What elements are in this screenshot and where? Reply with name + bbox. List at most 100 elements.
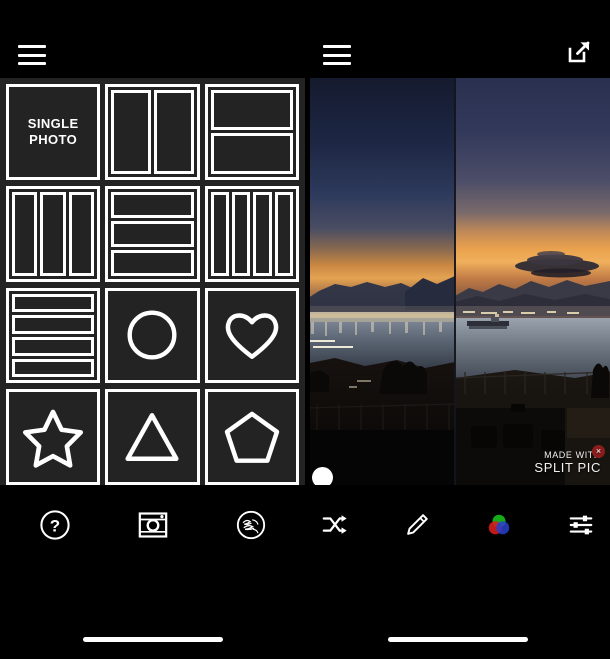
split-cell (12, 336, 95, 356)
help-button[interactable]: ? (37, 507, 73, 543)
photo-half-right[interactable]: MADE WITH SPLIT PIC × (455, 78, 610, 485)
right-topbar (305, 0, 610, 78)
split-cell (12, 293, 95, 313)
split-drag-handle[interactable] (312, 467, 333, 485)
tile-inner (12, 395, 95, 479)
single-photo-label-line2: PHOTO (29, 131, 78, 147)
split-cell (210, 90, 293, 131)
split-cell (12, 358, 95, 378)
photo-stage[interactable]: MADE WITH SPLIT PIC × (305, 78, 610, 485)
layout-tile-three-columns[interactable] (6, 185, 101, 282)
watermark-line2: SPLIT PIC (534, 460, 601, 476)
camera-icon (138, 512, 167, 538)
split-cell (111, 220, 194, 247)
panel-divider (305, 0, 310, 659)
heart-icon (211, 294, 293, 378)
layout-tile-circle[interactable] (105, 287, 200, 384)
layout-tile-pentagon[interactable] (204, 389, 299, 485)
hamburger-bar (323, 53, 351, 57)
hamburger-bar (18, 62, 46, 65)
watermark[interactable]: MADE WITH SPLIT PIC × (534, 445, 605, 476)
hamburger-bar (323, 62, 351, 65)
layout-tile-star[interactable] (6, 389, 101, 485)
split-cell (274, 191, 294, 276)
layout-tile-single-photo[interactable]: SINGLE PHOTO (6, 84, 101, 180)
right-bottom-toolbar (305, 485, 610, 659)
app-logo-icon (236, 510, 265, 540)
tile-inner (210, 395, 293, 479)
split-cell (210, 191, 229, 276)
tile-inner (210, 90, 293, 174)
triangle-icon (111, 395, 193, 479)
photo-seam (454, 78, 456, 485)
tile-inner (12, 191, 95, 276)
layout-tile-heart[interactable] (204, 287, 299, 384)
split-cell (210, 133, 293, 174)
pentagon-icon (211, 395, 293, 479)
split-preview-4-rows (12, 293, 95, 378)
tile-inner: SINGLE PHOTO (12, 90, 95, 174)
tile-inner (111, 191, 194, 276)
split-cell (12, 191, 38, 276)
layout-tile-triangle[interactable] (105, 389, 200, 485)
layout-grid: SINGLE PHOTO (6, 84, 299, 485)
left-toolbar-row: ? (0, 507, 305, 543)
split-cell (154, 90, 194, 174)
left-topbar (0, 0, 305, 78)
split-cell (111, 249, 194, 276)
circle-icon (111, 294, 193, 378)
pencil-icon (406, 514, 428, 535)
hamburger-menu-icon[interactable] (18, 45, 46, 65)
layout-tile-four-rows[interactable] (6, 287, 101, 384)
draw-button[interactable] (399, 507, 435, 543)
star-icon (12, 395, 94, 479)
split-cell (111, 90, 151, 174)
split-preview-3-columns (12, 191, 95, 276)
hamburger-menu-icon[interactable] (323, 45, 351, 65)
single-photo-label: SINGLE PHOTO (28, 116, 79, 149)
layout-tile-two-rows[interactable] (204, 84, 299, 180)
app-root: SINGLE PHOTO ? MADE WITH SPLIT PIC × (0, 0, 610, 659)
color-button[interactable] (481, 507, 517, 543)
tile-inner (111, 293, 194, 378)
tile-inner (12, 293, 95, 378)
split-preview-3-rows (111, 191, 194, 276)
tile-inner (210, 293, 293, 378)
camera-button[interactable] (135, 507, 171, 543)
sliders-icon (569, 515, 592, 535)
split-cell (68, 191, 95, 276)
layout-grid-container: SINGLE PHOTO (0, 78, 305, 485)
right-panel-editor: MADE WITH SPLIT PIC × (305, 0, 610, 659)
shuffle-button[interactable] (317, 507, 353, 543)
left-bottom-toolbar: ? (0, 485, 305, 659)
hamburger-bar (18, 45, 46, 48)
left-panel-layout-picker: SINGLE PHOTO ? (0, 0, 305, 659)
adjust-button[interactable] (563, 507, 599, 543)
right-toolbar-row (305, 507, 610, 543)
color-wheel-icon (488, 514, 509, 535)
split-preview-4-columns (210, 191, 294, 276)
split-cell (253, 191, 272, 276)
split-preview-2-columns (111, 90, 194, 174)
home-indicator (387, 637, 528, 642)
question-mark-icon: ? (39, 510, 70, 540)
layout-tile-four-columns[interactable] (204, 185, 299, 282)
hamburger-bar (18, 53, 46, 57)
layout-tile-two-columns[interactable] (105, 84, 200, 180)
split-cell (12, 315, 95, 334)
hamburger-bar (323, 45, 351, 48)
tile-inner (111, 90, 194, 174)
photo-half-left[interactable] (305, 78, 455, 485)
app-logo-button[interactable] (233, 507, 269, 543)
layout-tile-three-rows[interactable] (105, 185, 200, 282)
split-cell (232, 191, 251, 276)
svg-text:?: ? (49, 516, 59, 535)
share-export-icon[interactable] (566, 39, 592, 65)
shuffle-icon (322, 515, 347, 534)
single-photo-label-line1: SINGLE (27, 115, 79, 131)
tile-inner (210, 191, 294, 276)
split-cell (111, 191, 194, 218)
split-cell (40, 191, 66, 276)
tile-inner (111, 395, 194, 479)
home-indicator (82, 637, 223, 642)
